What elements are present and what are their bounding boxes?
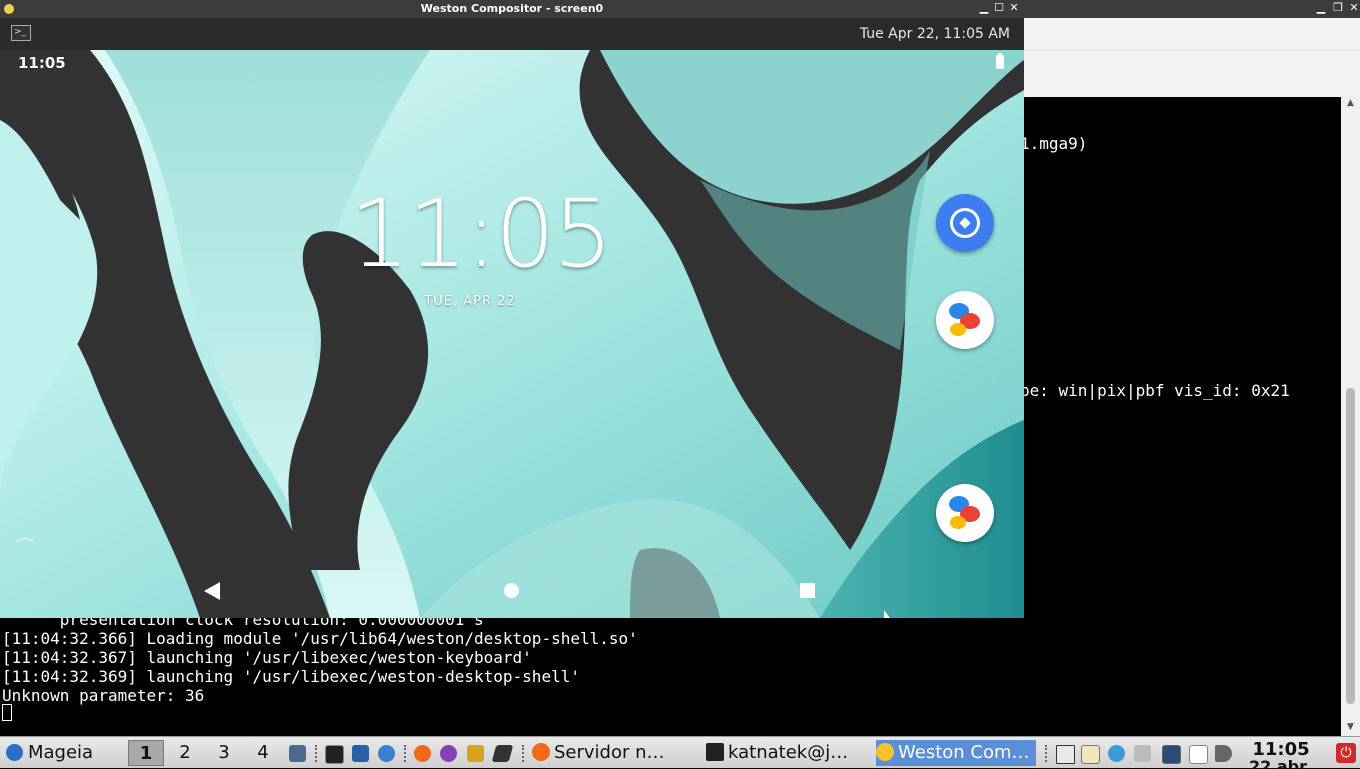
minimize-icon[interactable]: ▁ <box>977 1 991 15</box>
separator <box>1045 745 1049 762</box>
settings-icon[interactable] <box>378 745 395 762</box>
workspace-3[interactable]: 3 <box>206 740 242 766</box>
terminal-output: presentation clock resolution: 0.0000000… <box>2 610 638 705</box>
terminal-partial-line: 1.mga9) <box>1020 134 1088 153</box>
back-icon[interactable] <box>204 582 220 600</box>
terminal-line: Unknown parameter: 36 <box>2 686 205 705</box>
terminal-menubar <box>1024 18 1360 50</box>
wallpaper <box>0 50 1024 618</box>
network-icon[interactable] <box>1108 745 1125 762</box>
lockscreen-date: TUE, APR 22 <box>424 294 516 309</box>
battery-icon <box>996 53 1004 69</box>
weston-window: Weston Compositor - screen0 ▁ ☐ ✕ >_ Tue… <box>0 0 1024 618</box>
compass-app-icon[interactable] <box>936 194 994 252</box>
close-icon[interactable]: ✕ <box>1347 1 1360 15</box>
panel-clock: Tue Apr 22, 11:05 AM <box>859 26 1010 42</box>
minimize-icon[interactable]: ▁ <box>1314 1 1328 15</box>
home-icon[interactable] <box>504 583 519 598</box>
file-manager-icon[interactable] <box>352 745 369 762</box>
volume-icon[interactable] <box>1215 745 1232 762</box>
scroll-up-icon[interactable]: ▲ <box>1341 96 1360 110</box>
terminal-line: [11:04:32.366] Loading module '/usr/lib6… <box>2 629 638 648</box>
terminal-titlebar[interactable]: ▁ ❐ ✕ <box>1024 0 1360 18</box>
show-desktop-icon[interactable] <box>289 745 306 762</box>
task-label: Servidor n… <box>554 742 665 763</box>
terminal-cursor <box>2 704 12 721</box>
messages-app-icon[interactable] <box>936 291 994 349</box>
task-label: katnatek@j… <box>728 742 849 763</box>
pager-icon[interactable] <box>1056 745 1075 764</box>
terminal-icon[interactable]: >_ <box>11 25 31 41</box>
terminal-icon <box>706 743 724 761</box>
task-label: Weston Com… <box>898 742 1030 763</box>
recents-icon[interactable] <box>800 583 815 598</box>
mageia-icon[interactable] <box>6 744 23 761</box>
workspace-4[interactable]: 4 <box>245 740 281 766</box>
firefox-icon[interactable] <box>414 745 431 762</box>
separator <box>404 745 408 762</box>
status-bar-time: 11:05 <box>18 54 66 72</box>
terminal-icon[interactable] <box>325 745 344 764</box>
maximize-icon[interactable]: ☐ <box>992 1 1006 15</box>
window-title: Weston Compositor - screen0 <box>420 2 604 15</box>
lockscreen-clock: 11:05 <box>350 180 613 289</box>
start-menu-button[interactable]: Mageia <box>28 737 93 769</box>
weston-panel: >_ Tue Apr 22, 11:05 AM <box>0 18 1024 50</box>
scrollbar-thumb[interactable] <box>1346 388 1355 704</box>
terminal-partial-line: pe: win|pix|pbf vis_id: 0x21 <box>1020 381 1290 400</box>
terminal-line: [11:04:32.367] launching '/usr/libexec/w… <box>2 648 532 667</box>
task-terminal[interactable]: katnatek@j… <box>706 740 866 766</box>
terminal-scrollbar[interactable]: ▲ ▼ <box>1341 96 1360 736</box>
messages-app-icon[interactable] <box>936 484 994 542</box>
firefox-icon <box>532 743 550 761</box>
workspace-1[interactable]: 1 <box>128 740 164 766</box>
chat-app-icon[interactable] <box>440 745 457 762</box>
weston-titlebar[interactable]: Weston Compositor - screen0 ▁ ☐ ✕ <box>0 0 1024 18</box>
cpu-monitor-icon[interactable] <box>1134 745 1151 762</box>
workspace-2[interactable]: 2 <box>167 740 203 766</box>
terminal-line: [11:04:32.369] launching '/usr/libexec/w… <box>2 667 580 686</box>
task-weston[interactable]: Weston Com… <box>876 740 1036 766</box>
weston-icon <box>876 743 894 761</box>
task-firefox[interactable]: Servidor n… <box>532 740 692 766</box>
mouse-pointer-icon <box>884 610 890 618</box>
scroll-down-icon[interactable]: ▼ <box>1341 720 1360 734</box>
app-launcher-icon[interactable] <box>491 745 514 762</box>
terminal-toolbar <box>1024 50 1360 97</box>
notes-icon[interactable] <box>1189 745 1208 764</box>
taskbar: Mageia 1 2 3 4 Servidor n… katnatek@j… W… <box>0 736 1360 769</box>
screenshot-icon[interactable] <box>1162 745 1181 764</box>
pidgin-icon[interactable] <box>467 745 484 762</box>
clipboard-icon[interactable] <box>1081 745 1100 764</box>
separator <box>522 745 526 762</box>
close-icon[interactable]: ✕ <box>1007 1 1021 15</box>
separator <box>315 745 319 762</box>
swipe-up-icon[interactable]: ︿ <box>15 528 34 545</box>
restore-icon[interactable]: ❐ <box>1331 1 1345 15</box>
android-lockscreen[interactable]: 11:05 11:05 TUE, APR 22 ︿ <box>0 50 1024 618</box>
power-icon[interactable]: ⏻ <box>1336 743 1356 763</box>
